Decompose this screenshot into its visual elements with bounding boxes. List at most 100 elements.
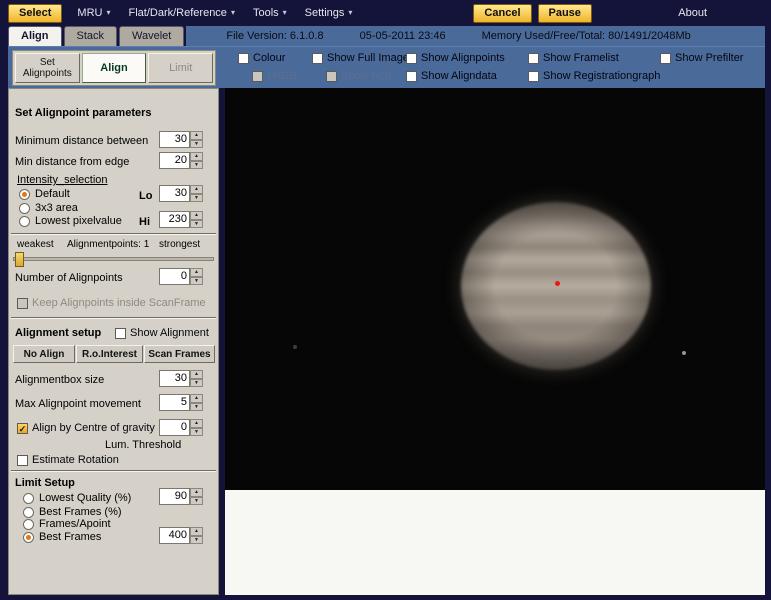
registax-window: Select MRU ▾ Flat/Dark/Reference ▾ Tools… [0, 0, 771, 600]
tab-align[interactable]: Align [8, 26, 62, 46]
menu-about[interactable]: About [678, 7, 707, 19]
hi-value[interactable]: 230 [159, 211, 190, 228]
radio-button[interactable] [19, 216, 30, 227]
best-frames-radio-item[interactable]: Best Frames [23, 531, 101, 543]
show-prefilter-checkbox-item[interactable]: Show Prefilter [660, 52, 743, 64]
separator [11, 317, 216, 319]
strongest-label: strongest [159, 239, 200, 250]
show-prefilter-checkbox[interactable] [660, 53, 671, 64]
image-view[interactable] [225, 88, 765, 490]
menu-settings-label: Settings [305, 7, 345, 19]
align-mode-button[interactable]: Align [82, 53, 147, 83]
spin-up-button[interactable]: ▲ [190, 185, 203, 194]
no-align-button[interactable]: No Align [13, 345, 75, 363]
show-aligndata-checkbox-item[interactable]: Show Aligndata [406, 70, 497, 82]
spin-up-button[interactable]: ▲ [190, 488, 203, 497]
estimate-rotation-checkbox-item[interactable]: Estimate Rotation [17, 454, 119, 466]
show-alignment-checkbox[interactable] [115, 328, 126, 339]
lo-value[interactable]: 30 [159, 185, 190, 202]
frames-apoint-radio-item[interactable]: Frames/Apoint [23, 518, 111, 530]
show-framelist-checkbox-item[interactable]: Show Framelist [528, 52, 619, 64]
file-version-text: File Version: 6.1.0.8 [226, 30, 323, 42]
radio-button[interactable] [19, 189, 30, 200]
spin-up-button[interactable]: ▲ [190, 370, 203, 379]
lowest-quality-spinner: 90 ▲▼ [159, 488, 203, 505]
align-by-cog-checkbox[interactable]: ✓ [17, 423, 28, 434]
spin-down-button[interactable]: ▼ [190, 161, 203, 170]
spin-down-button[interactable]: ▼ [190, 220, 203, 229]
alignmentbox-size-label: Alignmentbox size [15, 374, 104, 386]
show-registrationgraph-checkbox-item[interactable]: Show Registrationgraph [528, 70, 660, 82]
radio-button[interactable] [23, 519, 34, 530]
scan-frames-button[interactable]: Scan Frames [144, 345, 215, 363]
lo-spinner: 30 ▲▼ [159, 185, 203, 202]
show-alignment-checkbox-item[interactable]: Show Alignment [115, 327, 209, 339]
spin-down-button[interactable]: ▼ [190, 140, 203, 149]
min-distance-between-value[interactable]: 30 [159, 131, 190, 148]
show-alignpoints-checkbox-item[interactable]: Show Alignpoints [406, 52, 505, 64]
spin-down-button[interactable]: ▼ [190, 428, 203, 437]
radio-button[interactable] [23, 493, 34, 504]
spin-down-button[interactable]: ▼ [190, 536, 203, 545]
best-frames-pct-radio-item[interactable]: Best Frames (%) [23, 506, 122, 518]
show-aligndata-checkbox[interactable] [406, 71, 417, 82]
slider-thumb[interactable] [15, 252, 24, 267]
spin-up-button[interactable]: ▲ [190, 131, 203, 140]
spin-down-button[interactable]: ▼ [190, 194, 203, 203]
lo-label: Lo [139, 190, 152, 202]
min-distance-edge-value[interactable]: 20 [159, 152, 190, 169]
alignmentbox-size-value[interactable]: 30 [159, 370, 190, 387]
spin-down-button[interactable]: ▼ [190, 277, 203, 286]
spin-up-button[interactable]: ▲ [190, 211, 203, 220]
align-by-cog-checkbox-item[interactable]: ✓ Align by Centre of gravity [17, 422, 155, 434]
lrgb-label: LRGB [267, 70, 297, 82]
show-alignpoints-checkbox[interactable] [406, 53, 417, 64]
radio-button[interactable] [23, 532, 34, 543]
min-distance-edge-label: Min distance from edge [15, 156, 129, 168]
spin-up-button[interactable]: ▲ [190, 527, 203, 536]
spin-down-button[interactable]: ▼ [190, 497, 203, 506]
menu-tools-label: Tools [253, 7, 279, 19]
show-registrationgraph-label: Show Registrationgraph [543, 70, 660, 82]
estimate-rotation-checkbox[interactable] [17, 455, 28, 466]
tab-stack[interactable]: Stack [64, 26, 118, 46]
menu-settings[interactable]: Settings ▾ [296, 3, 362, 23]
show-full-image-checkbox[interactable] [312, 53, 323, 64]
roi-button[interactable]: R.o.Interest [76, 345, 143, 363]
alignpoint-params-title: Set Alignpoint parameters [15, 107, 152, 119]
number-of-alignpoints-value[interactable]: 0 [159, 268, 190, 285]
cancel-button[interactable]: Cancel [473, 4, 531, 23]
spin-up-button[interactable]: ▲ [190, 394, 203, 403]
intensity-3x3-radio-item[interactable]: 3x3 area [19, 202, 78, 214]
lowest-quality-radio-item[interactable]: Lowest Quality (%) [23, 492, 131, 504]
menu-mru[interactable]: MRU ▾ [68, 3, 119, 23]
set-alignpoints-button[interactable]: Set Alignpoints [15, 53, 80, 83]
intensity-slider[interactable] [13, 257, 214, 261]
spin-up-button[interactable]: ▲ [190, 268, 203, 277]
tab-wavelet[interactable]: Wavelet [119, 26, 184, 46]
colour-checkbox-item[interactable]: Colour [238, 52, 285, 64]
show-framelist-checkbox[interactable] [528, 53, 539, 64]
pause-button[interactable]: Pause [538, 4, 592, 23]
show-full-image-checkbox-item[interactable]: Show Full Image [312, 52, 409, 64]
show-registrationgraph-checkbox[interactable] [528, 71, 539, 82]
spin-down-button[interactable]: ▼ [190, 379, 203, 388]
lowest-quality-value[interactable]: 90 [159, 488, 190, 505]
intensity-lowest-pixelvalue-radio-item[interactable]: Lowest pixelvalue [19, 215, 122, 227]
spin-down-button[interactable]: ▼ [190, 403, 203, 412]
intensity-default-radio-item[interactable]: Default [19, 188, 70, 200]
spin-up-button[interactable]: ▲ [190, 419, 203, 428]
select-button[interactable]: Select [8, 4, 62, 23]
radio-button[interactable] [23, 507, 34, 518]
menu-tools[interactable]: Tools ▾ [244, 3, 296, 23]
lum-threshold-label: Lum. Threshold [105, 439, 181, 451]
best-frames-value[interactable]: 400 [159, 527, 190, 544]
spin-up-button[interactable]: ▲ [190, 152, 203, 161]
menu-flat-dark-reference[interactable]: Flat/Dark/Reference ▾ [120, 3, 244, 23]
lum-threshold-value[interactable]: 0 [159, 419, 190, 436]
max-alignpoint-movement-value[interactable]: 5 [159, 394, 190, 411]
main-tab-bar: Align Stack Wavelet File Version: 6.1.0.… [8, 26, 765, 46]
best-frames-pct-label: Best Frames (%) [39, 506, 122, 518]
radio-button[interactable] [19, 203, 30, 214]
colour-checkbox[interactable] [238, 53, 249, 64]
